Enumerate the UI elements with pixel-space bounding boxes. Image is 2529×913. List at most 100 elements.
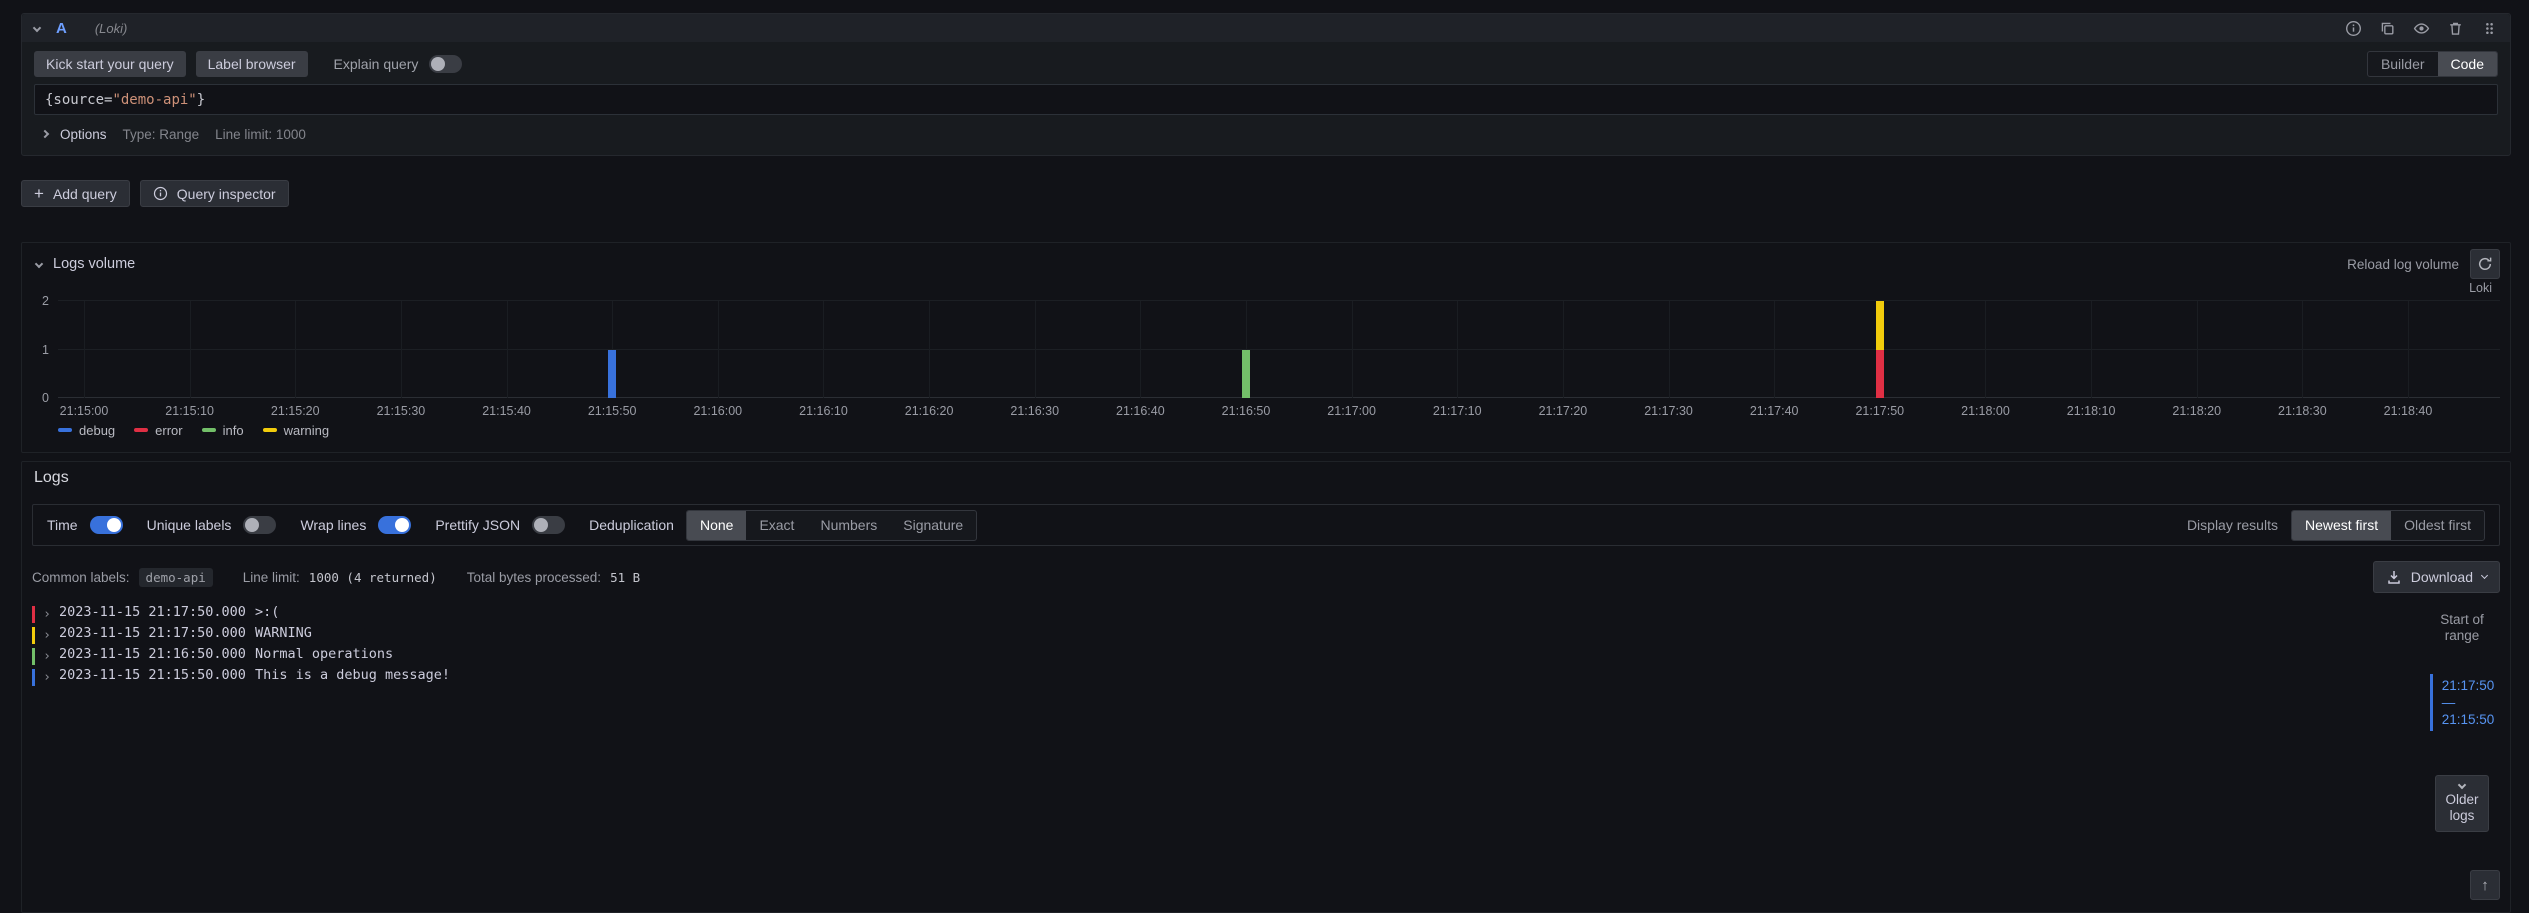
legend-item-info[interactable]: info bbox=[202, 423, 244, 438]
editor-mode-group: BuilderCode bbox=[2367, 51, 2498, 77]
dedup-option-none[interactable]: None bbox=[687, 511, 746, 540]
logs-volume-actions: Reload log volume bbox=[2347, 249, 2500, 279]
scroll-to-top-button[interactable]: ↑ bbox=[2470, 870, 2500, 900]
y-axis: 012 bbox=[32, 301, 58, 398]
x-axis-label: 21:16:30 bbox=[1010, 404, 1059, 418]
legend-item-warning[interactable]: warning bbox=[263, 423, 330, 438]
x-axis-label: 21:16:50 bbox=[1222, 404, 1271, 418]
older-logs-button[interactable]: Older logs bbox=[2435, 775, 2489, 832]
log-message: WARNING bbox=[255, 625, 312, 646]
x-axis-label: 21:18:20 bbox=[2172, 404, 2221, 418]
datasource-name: (Loki) bbox=[95, 21, 128, 36]
x-axis-label: 21:16:00 bbox=[693, 404, 742, 418]
download-button[interactable]: Download bbox=[2373, 561, 2500, 593]
unique-labels-toggle[interactable] bbox=[243, 516, 276, 534]
expand-options-icon bbox=[41, 130, 49, 138]
older-logs-label: Older logs bbox=[2438, 792, 2486, 824]
dedup-option-numbers[interactable]: Numbers bbox=[807, 511, 890, 540]
x-axis: 21:15:0021:15:1021:15:2021:15:3021:15:40… bbox=[58, 398, 2500, 420]
legend-label: debug bbox=[79, 423, 115, 438]
log-message: Normal operations bbox=[255, 646, 393, 667]
reload-log-volume-button[interactable] bbox=[2470, 249, 2500, 279]
query-options-row[interactable]: Options Type: Range Line limit: 1000 bbox=[34, 122, 2498, 146]
volume-bar-error[interactable] bbox=[1876, 350, 1884, 399]
log-results-area: ›2023-11-15 21:17:50.000>:(›2023-11-15 2… bbox=[32, 604, 2500, 832]
query-text-string: "demo-api" bbox=[112, 92, 196, 108]
y-axis-label: 0 bbox=[42, 390, 49, 406]
log-message: This is a debug message! bbox=[255, 667, 450, 688]
duplicate-query-button[interactable] bbox=[2379, 20, 2396, 37]
prettify-json-toggle[interactable] bbox=[532, 516, 565, 534]
log-row-expand-icon[interactable]: › bbox=[35, 604, 59, 625]
log-row-expand-icon[interactable]: › bbox=[35, 667, 59, 688]
range-from: 21:17:50 bbox=[2442, 677, 2495, 694]
dedup-option-exact[interactable]: Exact bbox=[746, 511, 807, 540]
logs-volume-plot bbox=[58, 301, 2500, 398]
log-timestamp: 2023-11-15 21:17:50.000 bbox=[59, 625, 246, 646]
logs-volume-chart: 012 bbox=[32, 301, 2500, 398]
unique-labels-label: Unique labels bbox=[147, 517, 232, 533]
volume-bar-debug[interactable] bbox=[608, 350, 616, 399]
log-navigation: Start of range 21:17:50 — 21:15:50 Older… bbox=[2424, 612, 2500, 832]
log-range-timeline[interactable]: 21:17:50 — 21:15:50 bbox=[2430, 674, 2495, 731]
log-list: ›2023-11-15 21:17:50.000>:(›2023-11-15 2… bbox=[32, 604, 2424, 832]
editor-mode-option-code[interactable]: Code bbox=[2438, 52, 2497, 76]
display-order-option-newest-first[interactable]: Newest first bbox=[2292, 511, 2391, 540]
dedup-option-signature[interactable]: Signature bbox=[890, 511, 976, 540]
legend-swatch bbox=[202, 428, 216, 432]
remove-query-button[interactable] bbox=[2447, 20, 2464, 37]
query-text-prefix: {source= bbox=[45, 92, 112, 108]
x-axis-label: 21:17:20 bbox=[1539, 404, 1588, 418]
editor-mode-option-builder[interactable]: Builder bbox=[2368, 52, 2438, 76]
label-browser-button[interactable]: Label browser bbox=[196, 51, 308, 77]
time-toggle[interactable] bbox=[90, 516, 123, 534]
legend-item-error[interactable]: error bbox=[134, 423, 182, 438]
query-help-button[interactable] bbox=[2345, 20, 2362, 37]
total-bytes-label: Total bytes processed: bbox=[467, 570, 601, 585]
log-row[interactable]: ›2023-11-15 21:17:50.000 WARNING bbox=[32, 625, 2424, 646]
volume-bar-info[interactable] bbox=[1242, 350, 1250, 399]
query-text-suffix: } bbox=[197, 92, 205, 108]
kick-start-query-button[interactable]: Kick start your query bbox=[34, 51, 186, 77]
log-timestamp: 2023-11-15 21:15:50.000 bbox=[59, 667, 246, 688]
x-axis-label: 21:17:10 bbox=[1433, 404, 1482, 418]
query-toolbar: Kick start your query Label browser Expl… bbox=[34, 51, 2498, 77]
grafana-explore-page: A (Loki) Kick start your query Label bro… bbox=[0, 0, 2529, 901]
explain-query-label: Explain query bbox=[334, 56, 419, 72]
disable-query-button[interactable] bbox=[2413, 20, 2430, 37]
log-row-expand-icon[interactable]: › bbox=[35, 646, 59, 667]
time-label: Time bbox=[47, 517, 78, 533]
query-code-editor[interactable]: {source="demo-api"} bbox=[34, 84, 2498, 115]
add-query-button[interactable]: + Add query bbox=[21, 180, 130, 207]
legend-item-debug[interactable]: debug bbox=[58, 423, 115, 438]
eye-icon bbox=[2413, 20, 2430, 37]
plus-icon: + bbox=[34, 185, 44, 202]
log-row[interactable]: ›2023-11-15 21:17:50.000>:( bbox=[32, 604, 2424, 625]
trash-icon bbox=[2447, 20, 2464, 37]
volume-bar-warning[interactable] bbox=[1876, 301, 1884, 350]
display-order-group: Newest firstOldest first bbox=[2291, 510, 2485, 541]
query-row-header[interactable]: A (Loki) bbox=[22, 14, 2510, 42]
chevron-down-icon bbox=[2481, 572, 2488, 579]
refresh-icon bbox=[2477, 256, 2493, 272]
log-row-expand-icon[interactable]: › bbox=[35, 625, 59, 646]
line-limit-label: Line limit: bbox=[243, 570, 300, 585]
x-axis-label: 21:18:10 bbox=[2067, 404, 2116, 418]
x-axis-label: 21:17:50 bbox=[1855, 404, 1904, 418]
options-type-summary: Type: Range bbox=[123, 127, 200, 142]
chevron-down-icon bbox=[2458, 781, 2466, 789]
log-row[interactable]: ›2023-11-15 21:16:50.000Normal operation… bbox=[32, 646, 2424, 667]
legend-swatch bbox=[58, 428, 72, 432]
log-row[interactable]: ›2023-11-15 21:15:50.000 This is a debug … bbox=[32, 667, 2424, 688]
x-axis-label: 21:15:20 bbox=[271, 404, 320, 418]
wrap-lines-toggle[interactable] bbox=[378, 516, 411, 534]
explain-query-toggle[interactable] bbox=[429, 55, 462, 73]
collapse-logs-volume-icon[interactable] bbox=[35, 260, 43, 268]
x-axis-label: 21:15:30 bbox=[377, 404, 426, 418]
query-inspector-button[interactable]: Query inspector bbox=[140, 180, 289, 207]
range-separator: — bbox=[2442, 694, 2495, 711]
deduplication-group: NoneExactNumbersSignature bbox=[686, 510, 977, 541]
collapse-query-row-icon[interactable] bbox=[33, 24, 41, 32]
display-order-option-oldest-first[interactable]: Oldest first bbox=[2391, 511, 2484, 540]
drag-query-handle[interactable] bbox=[2481, 20, 2498, 37]
